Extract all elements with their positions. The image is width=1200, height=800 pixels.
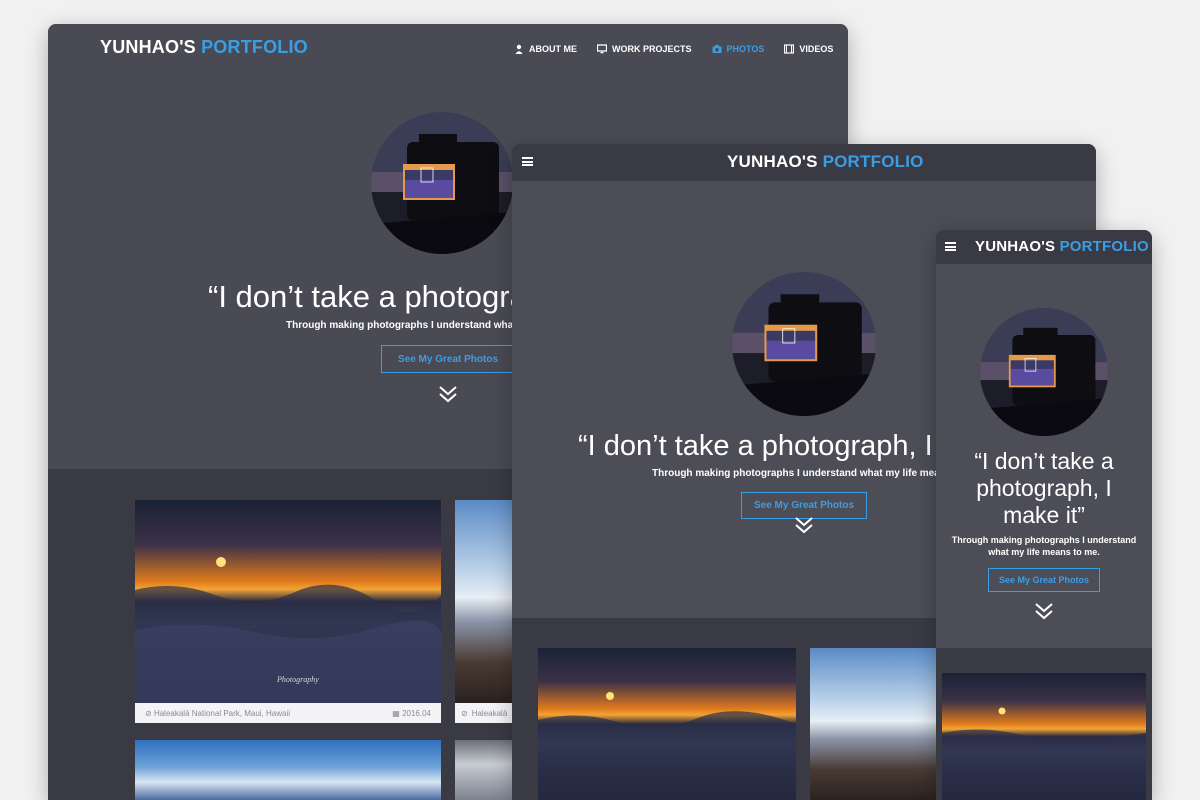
scroll-down-icon[interactable] [794,516,814,534]
nav-label: WORK PROJECTS [612,44,692,54]
logo-name: YUNHAO'S [727,152,818,171]
nav-item-videos[interactable]: VIDEOS [784,44,833,54]
hero-subtitle: Through making photographs I understand … [652,468,964,479]
card-date: ▦ 2016.04 [392,709,431,718]
location-icon: ⊘ [461,708,468,718]
hero-quote: “I don’t take a photogra [208,279,527,314]
main-nav: ABOUT ME WORK PROJECTS PHOTOS VIDEOS [514,44,833,54]
sunset-image [538,692,796,800]
photo-card-clouds[interactable] [810,648,940,800]
site-logo[interactable]: YUNHAO'S PORTFOLIO [975,238,1149,255]
profile-photo [371,112,513,254]
nav-label: PHOTOS [726,44,765,54]
camera-icon [712,45,722,53]
site-logo[interactable]: YUNHAO'S PORTFOLIO [100,37,308,58]
card-location-text: Haleakalā National Park, Maui, Hawaii [153,708,290,718]
nav-item-work-projects[interactable]: WORK PROJECTS [597,44,692,54]
logo-name: YUNHAO'S [100,37,196,57]
profile-photo [732,272,876,416]
photo-card-caption: ⊘ Haleakalā National Park, Maui, Hawaii … [135,703,441,723]
site-logo[interactable]: YUNHAO'S PORTFOLIO [727,152,924,172]
mobile-header: YUNHAO'S PORTFOLIO [936,230,1152,264]
photo-card-sunset[interactable] [538,648,796,800]
hero-quote: “I don’t take a photograph, I make it” [974,448,1114,528]
camera-silhouette-image [371,112,513,254]
nav-label: VIDEOS [799,44,834,54]
nav-item-photos[interactable]: PHOTOS [712,44,765,54]
card-location-text: Haleakalā [471,708,508,718]
tablet-header: YUNHAO'S PORTFOLIO [512,144,1096,181]
film-icon [784,44,795,54]
photo-gallery [936,648,1152,800]
logo-accent: PORTFOLIO [201,37,308,57]
logo-accent: PORTFOLIO [822,152,924,171]
menu-icon[interactable] [945,242,956,251]
see-photos-button[interactable]: See My Great Photos [741,492,867,519]
card-location: ⊘ Haleakalā National Park, Maui, Hawaii [145,709,290,718]
camera-silhouette-image [732,272,876,416]
card-date-text: 2016.04 [402,708,431,718]
menu-icon[interactable] [522,157,533,166]
photo-card-overcast[interactable] [455,740,515,800]
see-photos-button[interactable]: See My Great Photos [988,568,1100,592]
nav-item-about-me[interactable]: ABOUT ME [514,44,577,54]
scroll-down-icon[interactable] [1034,602,1054,620]
person-icon [515,44,523,54]
sunset-image: Photography [135,557,441,703]
photo-card-sky[interactable] [135,740,441,800]
photo-card-sunset[interactable] [942,673,1146,800]
scroll-down-icon[interactable] [438,385,458,403]
logo-accent: PORTFOLIO [1059,238,1149,255]
location-icon: ⊘ [145,708,152,718]
photo-card-clouds[interactable] [455,500,515,703]
see-photos-button[interactable]: See My Great Photos [381,345,515,373]
photo-card-sunset[interactable]: Photography [135,500,441,703]
calendar-icon: ▦ [392,708,400,718]
sunset-image [942,707,1146,800]
logo-name: YUNHAO'S [975,238,1056,255]
profile-photo [980,308,1108,436]
monitor-icon [597,44,607,54]
photo-watermark: Photography [276,675,319,684]
photo-card-caption: ⊘ Haleakalā [455,703,515,723]
camera-silhouette-image [980,308,1108,436]
hero-subtitle: Through making photographs I understand … [286,320,517,331]
mobile-window: YUNHAO'S PORTFOLIO “I don’t take a photo… [936,230,1152,800]
nav-label: ABOUT ME [529,44,577,54]
hero-quote: “I don’t take a photograph, I m [578,430,965,462]
hero-subtitle: Through making photographs I understand … [951,535,1137,557]
